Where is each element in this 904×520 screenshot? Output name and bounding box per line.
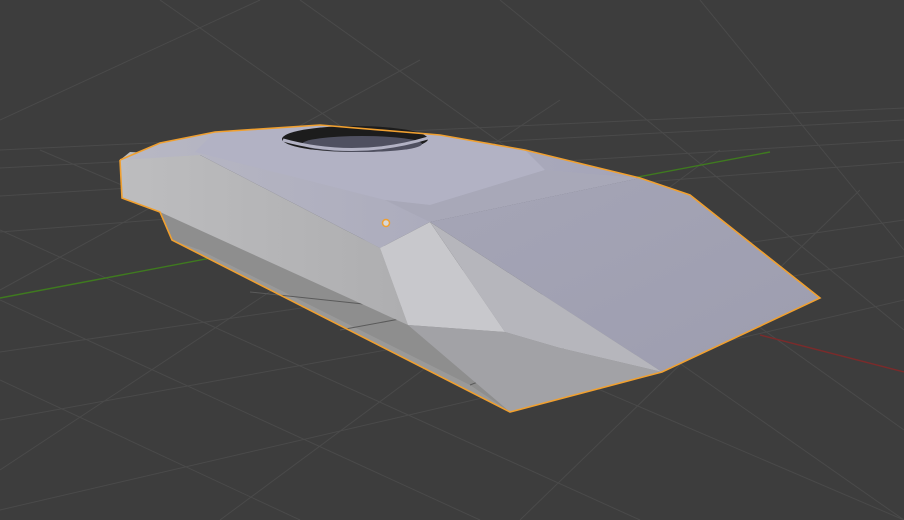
- object-origin-dot[interactable]: [381, 218, 391, 228]
- 3d-viewport[interactable]: [0, 0, 904, 520]
- tank-hull-mesh[interactable]: [119, 124, 822, 413]
- x-axis-line: [759, 334, 904, 373]
- viewport-canvas[interactable]: [0, 0, 904, 520]
